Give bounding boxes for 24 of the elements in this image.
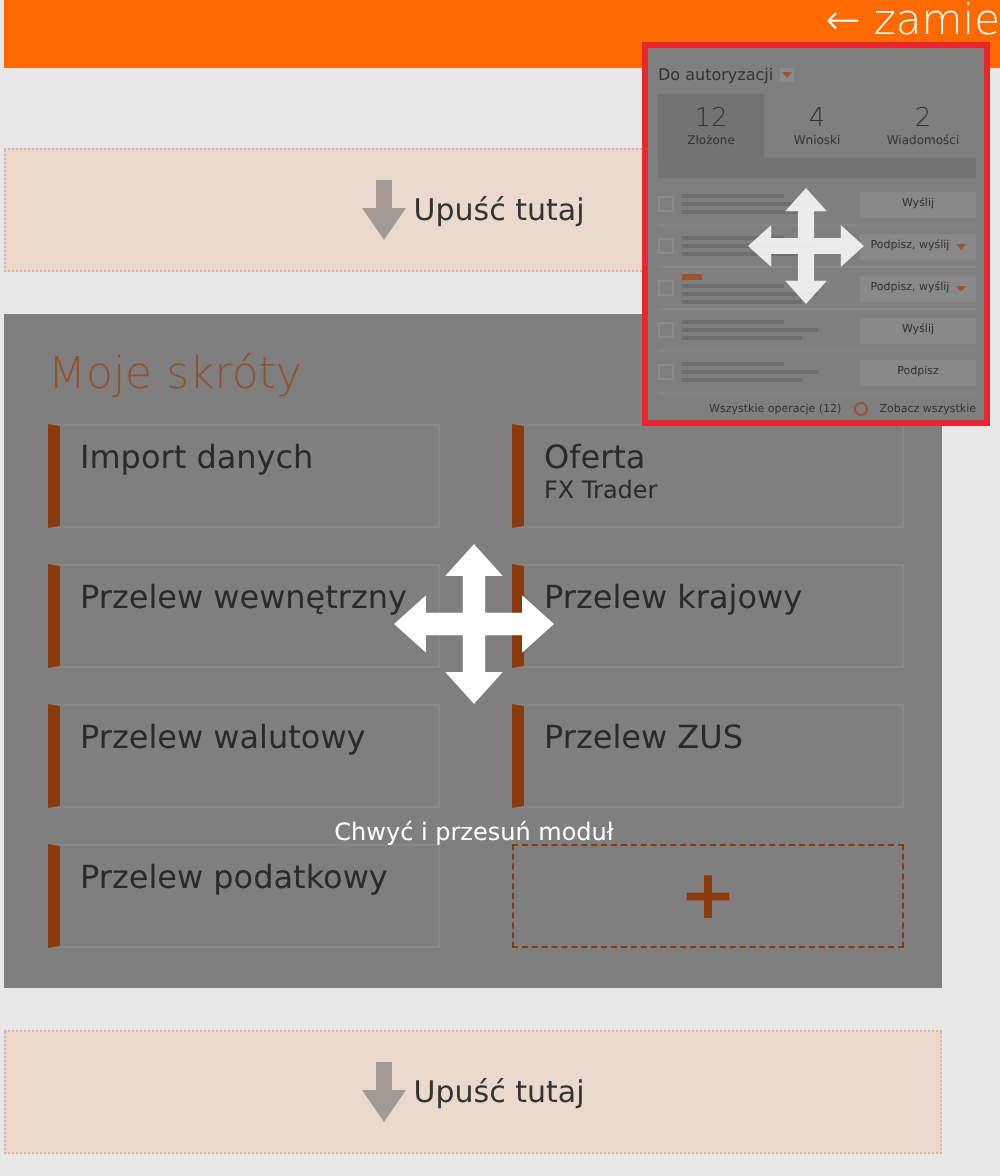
drop-zone-label: Upuść tutaj — [413, 192, 585, 228]
move-icon — [748, 188, 864, 304]
shortcut-label: Przelew walutowy — [80, 718, 366, 756]
drag-hint: Chwyć i przesuń moduł — [334, 818, 614, 846]
shortcut-label: Przelew krajowy — [544, 578, 803, 616]
shortcut-tile[interactable]: Przelew walutowy — [48, 704, 440, 808]
shortcut-tile[interactable]: Przelew podatkowy — [48, 844, 440, 948]
add-shortcut-button[interactable]: + — [512, 844, 904, 948]
shortcut-label: Przelew ZUS — [544, 718, 743, 756]
down-arrow-icon — [361, 180, 406, 240]
down-arrow-icon — [361, 1062, 406, 1122]
shortcut-label: Przelew wewnętrzny — [80, 578, 408, 616]
top-bar-link[interactable]: ← zamie — [825, 0, 1000, 40]
shortcut-tile[interactable]: Przelew ZUS — [512, 704, 904, 808]
shortcut-label: Przelew podatkowy — [80, 858, 388, 896]
circle-icon — [853, 402, 868, 416]
panel-title: Moje skróty — [48, 350, 302, 400]
drop-zone-label: Upuść tutaj — [413, 1074, 585, 1110]
shortcut-tile[interactable]: Import danych — [48, 424, 440, 528]
shortcut-label: Oferta — [544, 438, 646, 476]
shortcut-sublabel: FX Trader — [544, 476, 658, 504]
shortcut-label: Import danych — [80, 438, 314, 476]
dropdown-caret-icon[interactable] — [779, 67, 794, 81]
module-title: Do autoryzacji — [658, 65, 774, 83]
